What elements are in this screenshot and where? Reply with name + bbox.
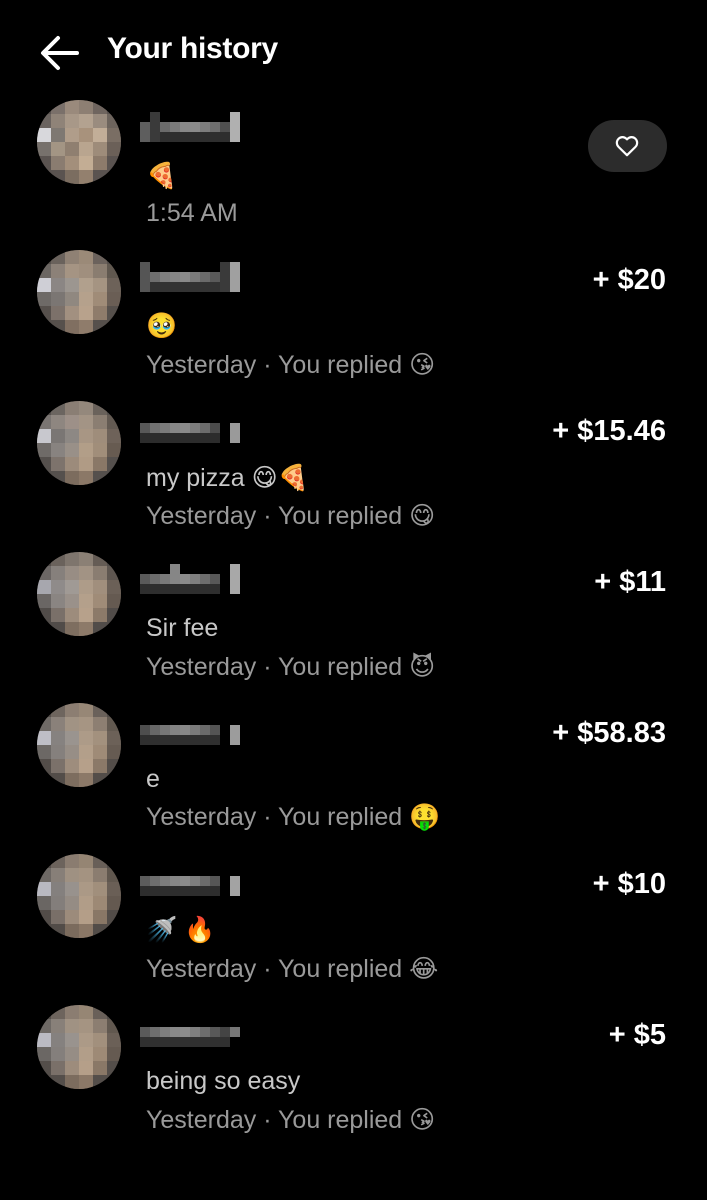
avatar xyxy=(37,1005,121,1089)
arrow-left-icon xyxy=(41,36,79,70)
timestamp: 1:54 AM xyxy=(146,199,238,227)
reply-status: Yesterday · You replied 🤑 xyxy=(146,803,441,831)
heart-icon xyxy=(615,136,639,157)
avatar xyxy=(37,703,121,787)
history-item[interactable]: e Yesterday · You replied 🤑 + $58.83 xyxy=(0,703,707,854)
history-item[interactable]: my pizza 😋🍕 Yesterday · You replied 😋 + … xyxy=(0,401,707,552)
avatar xyxy=(37,250,121,334)
history-item[interactable]: 🥹 Yesterday · You replied 😘 + $20 xyxy=(0,250,707,401)
reply-status: Yesterday · You replied 😋 xyxy=(146,502,436,530)
message-preview: 🥹 xyxy=(146,312,178,340)
history-list: 🍕 1:54 AM 🥹 Yesterday · You replied 😘 + … xyxy=(0,100,707,1156)
tip-amount: + $58.83 xyxy=(552,717,666,749)
avatar xyxy=(37,854,121,938)
reply-status: Yesterday · You replied 😘 xyxy=(146,1106,436,1134)
username-redacted xyxy=(140,262,250,292)
message-preview: Sir fee xyxy=(146,614,219,642)
message-preview: 🍕 xyxy=(146,162,178,190)
message-preview: being so easy xyxy=(146,1067,301,1095)
message-preview: 🚿 🔥 xyxy=(146,916,216,944)
tip-amount: + $10 xyxy=(592,868,666,900)
tip-amount: + $15.46 xyxy=(552,415,666,447)
tip-amount: + $11 xyxy=(594,566,666,598)
username-redacted xyxy=(140,564,250,594)
username-redacted xyxy=(140,112,250,142)
tip-amount: + $5 xyxy=(608,1019,666,1051)
history-item[interactable]: 🚿 🔥 Yesterday · You replied 😂 + $10 xyxy=(0,854,707,1005)
avatar xyxy=(37,401,121,485)
message-preview: e xyxy=(146,765,160,793)
history-item[interactable]: 🍕 1:54 AM xyxy=(0,100,707,250)
username-redacted xyxy=(140,1017,250,1047)
username-redacted xyxy=(140,715,250,745)
header: Your history xyxy=(0,0,707,104)
reply-status: Yesterday · You replied 😘 xyxy=(146,351,436,379)
back-button[interactable] xyxy=(36,30,82,76)
history-item[interactable]: Sir fee Yesterday · You replied 😈 + $11 xyxy=(0,552,707,703)
reply-status: Yesterday · You replied 😈 xyxy=(146,653,436,681)
history-item[interactable]: being so easy Yesterday · You replied 😘 … xyxy=(0,1005,707,1156)
avatar xyxy=(37,100,121,184)
tip-amount: + $20 xyxy=(592,264,666,296)
username-redacted xyxy=(140,413,250,443)
reply-status: Yesterday · You replied 😂 xyxy=(146,955,439,983)
like-button[interactable] xyxy=(588,120,667,172)
avatar xyxy=(37,552,121,636)
page-title: Your history xyxy=(107,32,278,65)
message-preview: my pizza 😋🍕 xyxy=(146,464,309,492)
username-redacted xyxy=(140,866,250,896)
